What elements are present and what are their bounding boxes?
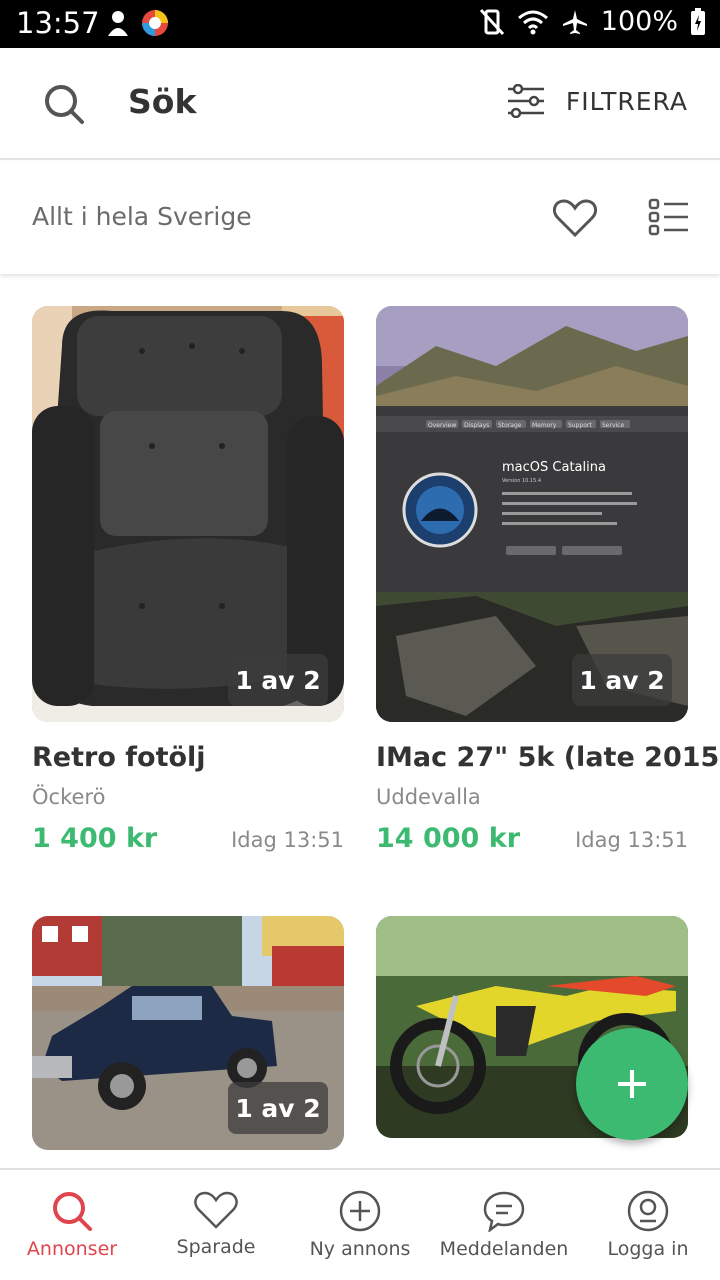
battery-icon (691, 7, 705, 35)
filter-label: FILTRERA (565, 86, 688, 116)
chat-bubble-icon (483, 1191, 525, 1232)
wifi-icon (517, 10, 548, 34)
listing-location: Öckerö (32, 785, 106, 809)
list-view-icon[interactable] (648, 198, 690, 236)
nav-annonser[interactable]: Annonser (0, 1170, 144, 1280)
status-time: 13:57 (16, 6, 100, 40)
status-bar: 13:57 100% (0, 0, 720, 48)
colorful-app-icon (142, 10, 168, 36)
nav-meddelanden[interactable]: Meddelanden (432, 1170, 576, 1280)
sliders-icon (507, 84, 544, 118)
battery-percent: 100% (600, 6, 678, 37)
search-icon (53, 1192, 92, 1231)
screen-tab-text: Displays (464, 422, 489, 429)
nav-label: Annonser (26, 1238, 118, 1260)
listing-card[interactable]: 1 av 2 Retro fotölj Öckerö 1 400 kr Idag… (32, 306, 344, 854)
page-title: Sök (128, 82, 197, 121)
listing-price: 1 400 kr (32, 823, 158, 854)
listing-date: Idag 13:51 (231, 828, 344, 852)
vibrate-icon (479, 8, 504, 35)
listing-title[interactable]: Retro fotölj (32, 742, 344, 773)
plus-icon (618, 1070, 646, 1098)
screen-tab-text: Service (602, 422, 624, 429)
save-search-heart-icon[interactable] (552, 198, 598, 238)
listing-card[interactable]: 1 av 2 (32, 916, 344, 1150)
listing-price: 14 000 kr (376, 823, 521, 854)
listing-image[interactable]: 1 av 2 (32, 306, 344, 722)
notification-app-icon (108, 11, 128, 36)
airplane-icon (562, 9, 587, 34)
image-counter-badge: 1 av 2 (228, 1082, 328, 1134)
nav-ny-annons[interactable]: Ny annons (288, 1170, 432, 1280)
search-scope-label[interactable]: Allt i hela Sverige (32, 202, 252, 231)
notification-icons (104, 8, 170, 38)
screen-tab-text: Support (568, 422, 592, 429)
listing-image[interactable]: 1 av 2 (32, 916, 344, 1150)
image-counter-badge: 1 av 2 (572, 654, 672, 706)
status-right: 100% (479, 6, 706, 37)
filter-button[interactable]: FILTRERA (506, 84, 688, 118)
top-app-bar: Sök FILTRERA (0, 48, 720, 160)
nav-label: Meddelanden (439, 1238, 569, 1260)
listing-location: Uddevalla (376, 785, 481, 809)
listing-title[interactable]: IMac 27" 5k (late 2015) (376, 742, 720, 773)
listing-date: Idag 13:51 (575, 828, 688, 852)
heart-icon (194, 1191, 238, 1229)
screen-os-version: Version 10.15.4 (502, 478, 541, 484)
screen-tab-text: Overview (428, 422, 456, 429)
image-counter-badge: 1 av 2 (228, 654, 328, 706)
user-circle-icon (627, 1190, 669, 1232)
nav-logga-in[interactable]: Logga in (576, 1170, 720, 1280)
nav-sparade[interactable]: Sparade (144, 1170, 288, 1280)
search-icon[interactable] (42, 82, 86, 126)
screen-tab-text: Storage (498, 422, 522, 429)
listing-card[interactable]: Overview Displays Storage Memory Support… (376, 306, 720, 854)
search-scope-bar: Allt i hela Sverige (0, 162, 720, 274)
screen-tab-text: Memory (532, 422, 557, 429)
listing-image[interactable]: Overview Displays Storage Memory Support… (376, 306, 688, 722)
bottom-navigation: Annonser Sparade Ny annons Meddelanden L… (0, 1168, 720, 1280)
plus-circle-icon (339, 1190, 381, 1232)
nav-label: Ny annons (309, 1238, 411, 1260)
screen-os-name: macOS Catalina (502, 460, 606, 475)
nav-label: Sparade (176, 1236, 256, 1258)
add-listing-fab[interactable] (576, 1028, 688, 1140)
nav-label: Logga in (607, 1238, 689, 1260)
